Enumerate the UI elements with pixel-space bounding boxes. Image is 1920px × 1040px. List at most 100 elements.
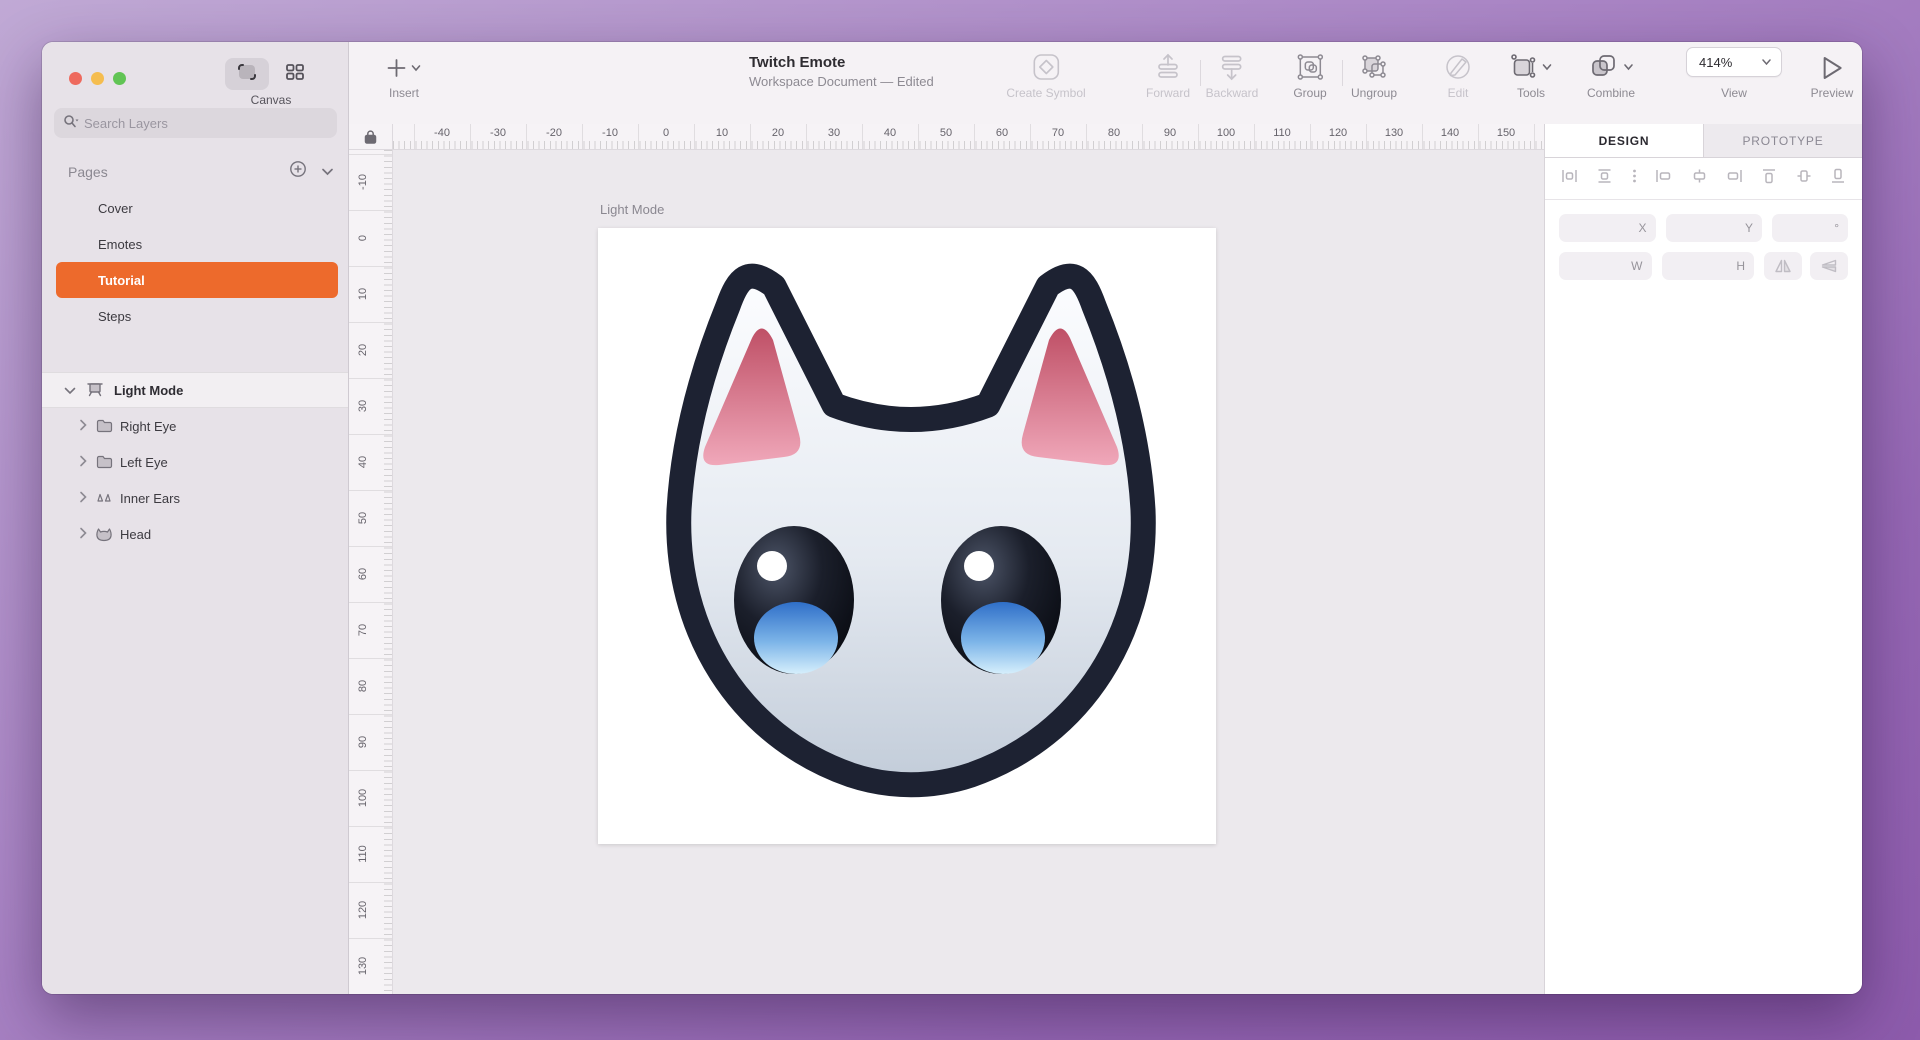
expand-chevron-icon[interactable]: [79, 527, 87, 542]
edit-button[interactable]: Edit: [1443, 42, 1473, 100]
collapse-artboard-chevron-icon[interactable]: [64, 383, 76, 398]
ungroup-button[interactable]: Ungroup: [1351, 42, 1397, 100]
layer-item-inner-ears[interactable]: Inner Ears: [42, 480, 348, 516]
left-eye: [734, 526, 854, 674]
vertical-ruler[interactable]: -100102030405060708090100110120130: [349, 150, 393, 994]
ruler-label: 30: [828, 127, 840, 139]
search-layers-box[interactable]: [54, 108, 337, 138]
backward-label: Backward: [1206, 86, 1259, 100]
tidy-icon[interactable]: [1632, 168, 1637, 189]
align-bottom-icon[interactable]: [1830, 168, 1846, 189]
horizontal-ruler[interactable]: -40-30-20-100102030405060708090100110120…: [393, 124, 1544, 150]
layer-item-right-eye[interactable]: Right Eye: [42, 408, 348, 444]
insert-button[interactable]: Insert: [387, 42, 422, 100]
canvas-viewport[interactable]: Light Mode: [393, 150, 1544, 994]
inspector-panel: DESIGN PROTOTYPE: [1544, 124, 1862, 994]
ruler-corner[interactable]: [349, 124, 393, 150]
align-right-icon[interactable]: [1726, 168, 1743, 189]
geometry-fields: X Y ° W H: [1545, 200, 1862, 280]
x-position-field[interactable]: X: [1559, 214, 1656, 242]
layer-label: Head: [120, 527, 151, 542]
minimize-window-button[interactable]: [91, 72, 104, 85]
ruler-label: 10: [357, 288, 369, 300]
ruler-label: 20: [357, 344, 369, 356]
ruler-label: 70: [1052, 127, 1064, 139]
align-middle-vertically-icon[interactable]: [1796, 168, 1812, 189]
ruler-label: 70: [357, 624, 369, 636]
align-left-icon[interactable]: [1655, 168, 1672, 189]
inner-ears-icon: [95, 492, 113, 504]
ruler-label: 140: [1441, 127, 1459, 139]
collapse-pages-chevron-icon[interactable]: [321, 163, 334, 181]
artboard-title[interactable]: Light Mode: [600, 202, 664, 217]
expand-chevron-icon[interactable]: [79, 491, 87, 506]
flip-vertical-icon: [1821, 259, 1837, 273]
artboard-light-mode[interactable]: [598, 228, 1216, 844]
page-item-tutorial[interactable]: Tutorial: [56, 262, 338, 298]
flip-vertical-button[interactable]: [1810, 252, 1848, 280]
ruler-label: 50: [940, 127, 952, 139]
right-eye: [941, 526, 1061, 674]
ruler-label: 40: [884, 127, 896, 139]
components-grid-icon: [285, 63, 305, 86]
y-position-field[interactable]: Y: [1666, 214, 1763, 242]
distribute-horizontally-icon[interactable]: [1561, 168, 1578, 189]
zoom-dropdown[interactable]: 414%: [1686, 47, 1782, 77]
canvas-area: -40-30-20-100102030405060708090100110120…: [349, 124, 1544, 994]
search-layers-input[interactable]: [84, 116, 328, 131]
forward-button[interactable]: Forward: [1146, 42, 1190, 100]
layer-artboard-light-mode[interactable]: Light Mode: [42, 372, 348, 408]
tab-design[interactable]: DESIGN: [1545, 124, 1703, 157]
ruler-label: -10: [357, 174, 369, 190]
group-label: Group: [1293, 86, 1326, 100]
ruler-label: 150: [1497, 127, 1515, 139]
align-top-icon[interactable]: [1761, 168, 1777, 189]
page-item-emotes[interactable]: Emotes: [42, 226, 348, 262]
insert-label: Insert: [387, 86, 422, 100]
preview-button[interactable]: Preview: [1811, 42, 1854, 100]
ruler-label: 100: [357, 789, 369, 807]
align-center-horizontally-icon[interactable]: [1691, 168, 1708, 189]
create-symbol-label: Create Symbol: [1006, 86, 1085, 100]
ruler-label: 90: [1164, 127, 1176, 139]
tab-prototype[interactable]: PROTOTYPE: [1703, 124, 1862, 157]
tools-button[interactable]: Tools: [1510, 42, 1553, 100]
view-zoom-control[interactable]: 414% View: [1686, 42, 1782, 100]
document-title: Twitch Emote: [749, 54, 934, 71]
group-button[interactable]: Group: [1293, 42, 1326, 100]
add-page-button[interactable]: [289, 160, 307, 183]
create-symbol-button[interactable]: Create Symbol: [1006, 42, 1085, 100]
expand-chevron-icon[interactable]: [79, 419, 87, 434]
cat-emote-graphic[interactable]: [646, 258, 1176, 810]
flip-horizontal-button[interactable]: [1764, 252, 1802, 280]
x-field-label: X: [1638, 221, 1646, 235]
layer-item-left-eye[interactable]: Left Eye: [42, 444, 348, 480]
expand-chevron-icon[interactable]: [79, 455, 87, 470]
main-area: Insert Twitch Emote Workspace Document —…: [349, 42, 1862, 994]
layer-label: Inner Ears: [120, 491, 180, 506]
page-item-steps[interactable]: Steps: [42, 298, 348, 334]
distribute-vertically-icon[interactable]: [1596, 168, 1613, 189]
ruler-label: 40: [357, 456, 369, 468]
ruler-label: 130: [357, 957, 369, 975]
backward-button[interactable]: Backward: [1206, 42, 1259, 100]
layer-item-head[interactable]: Head: [42, 516, 348, 552]
width-field[interactable]: W: [1559, 252, 1652, 280]
page-item-cover[interactable]: Cover: [42, 190, 348, 226]
close-window-button[interactable]: [69, 72, 82, 85]
folder-icon: [95, 455, 113, 469]
app-window: Canvas Pages: [42, 42, 1862, 994]
pages-section-title: Pages: [68, 164, 289, 180]
combine-button[interactable]: Combine: [1587, 42, 1635, 100]
canvas-view-button[interactable]: [225, 58, 269, 90]
height-field[interactable]: H: [1662, 252, 1755, 280]
rotation-field[interactable]: °: [1772, 214, 1848, 242]
ruler-label: 120: [1329, 127, 1347, 139]
zoom-window-button[interactable]: [113, 72, 126, 85]
combine-label: Combine: [1587, 86, 1635, 100]
components-view-button[interactable]: [273, 58, 317, 90]
layers-section: Light Mode Right Eye: [42, 372, 348, 552]
ruler-label: 60: [357, 568, 369, 580]
ruler-label: 130: [1385, 127, 1403, 139]
ruler-label: 90: [357, 736, 369, 748]
